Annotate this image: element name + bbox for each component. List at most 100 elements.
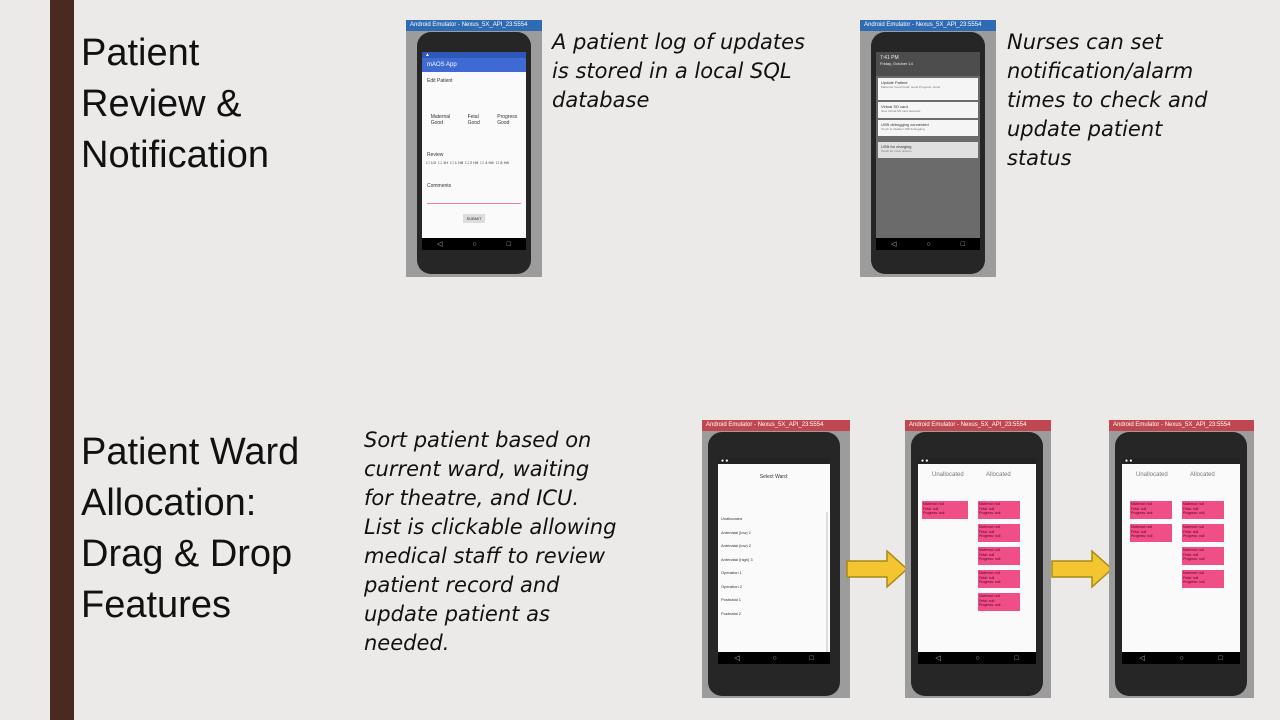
- patient-card[interactable]: Maternal: null Fetal: null Progress: null: [978, 501, 1020, 519]
- list-item[interactable]: Antenatal (high) 3: [718, 553, 826, 567]
- phone-body: ▲ mAOS App Edit Patient Maternal Good Fet…: [417, 32, 531, 274]
- select-progress[interactable]: Good: [497, 120, 517, 126]
- emulator-titlebar: Android Emulator - Nexus_5X_API_23:5554: [1109, 420, 1254, 431]
- back-icon[interactable]: ◁: [935, 654, 940, 662]
- arrow-right-icon: [1051, 549, 1114, 589]
- review-option[interactable]: ☐ 1H: [438, 160, 448, 165]
- recent-apps-icon[interactable]: □: [961, 241, 965, 248]
- column-unallocated: Unallocated: [1136, 472, 1168, 478]
- arrow-right-icon: [846, 549, 909, 589]
- recent-apps-icon[interactable]: □: [809, 655, 813, 662]
- back-icon[interactable]: ◁: [891, 240, 896, 248]
- emulator-allocation-before: Android Emulator - Nexus_5X_API_23:5554 …: [905, 420, 1051, 698]
- form-title: Edit Patient: [427, 78, 453, 84]
- select-ward-heading: Select Ward:: [759, 474, 789, 480]
- emulator-allocation-after: Android Emulator - Nexus_5X_API_23:5554 …: [1109, 420, 1254, 698]
- review-option[interactable]: ☐ 2 H8: [465, 160, 478, 165]
- home-icon[interactable]: ○: [1179, 655, 1183, 662]
- review-label: Review: [427, 152, 444, 158]
- section-title-ward: Patient Ward Allocation: Drag & Drop Fea…: [81, 431, 300, 626]
- recent-apps-icon[interactable]: □: [1014, 655, 1018, 662]
- column-allocated: Allocated: [986, 472, 1011, 478]
- list-item[interactable]: Antenatal (low) 2: [718, 539, 826, 553]
- phone-screen: ● ● Select Ward: Unallocated Antenatal (…: [718, 458, 830, 664]
- back-icon[interactable]: ◁: [437, 240, 442, 248]
- back-icon[interactable]: ◁: [1139, 654, 1144, 662]
- emulator-titlebar: Android Emulator - Nexus_5X_API_23:5554: [702, 420, 850, 431]
- notification-update-patient[interactable]: Update Patient Maternal: Good Fetal: Goo…: [878, 78, 978, 100]
- select-maternal[interactable]: Good: [431, 120, 450, 126]
- home-icon[interactable]: ○: [472, 241, 476, 248]
- list-item[interactable]: Unallocated: [718, 512, 826, 526]
- list-item[interactable]: Postnatal 2: [718, 607, 826, 621]
- field-fetal: Fetal Good: [467, 114, 480, 126]
- patient-card[interactable]: Maternal: null Fetal: null Progress: null: [1130, 501, 1172, 519]
- review-option[interactable]: ☐ 8 H8: [496, 160, 509, 165]
- patient-card[interactable]: Maternal: null Fetal: null Progress: null: [1182, 547, 1224, 565]
- review-option[interactable]: ☐ 1/2: [426, 160, 436, 165]
- phone-body: ● ● Unallocated Allocated Maternal: null…: [911, 432, 1043, 696]
- accent-bar: [50, 0, 74, 720]
- note-sort-patients: Sort patient based on current ward, wait…: [364, 428, 617, 655]
- emulator-notifications: Android Emulator - Nexus_5X_API_23:5554 …: [860, 20, 996, 277]
- phone-screen: ● ● Unallocated Allocated Maternal: null…: [918, 458, 1036, 664]
- patient-card[interactable]: Maternal: null Fetal: null Progress: null: [1130, 524, 1172, 542]
- home-icon[interactable]: ○: [926, 241, 930, 248]
- phone-screen: ● ● Unallocated Allocated Maternal: null…: [1122, 458, 1240, 664]
- app-title: mAOS App: [422, 58, 526, 72]
- column-allocated: Allocated: [1190, 472, 1215, 478]
- comments-label: Comments: [427, 183, 452, 189]
- submit-button[interactable]: SUBMIT: [463, 214, 485, 223]
- patient-card[interactable]: Maternal: null Fetal: null Progress: null: [978, 570, 1020, 588]
- emulator-titlebar: Android Emulator - Nexus_5X_API_23:5554: [860, 20, 996, 31]
- phone-body: 7:41 PM Friday, October 14 Update Patien…: [871, 32, 985, 274]
- nav-bar: ◁ ○ □: [1122, 652, 1240, 664]
- note-nurse-alarm: Nurses can set notification/alarm times …: [1007, 30, 1208, 170]
- phone-body: ● ● Select Ward: Unallocated Antenatal (…: [708, 432, 840, 696]
- list-item[interactable]: Operation 1: [718, 566, 826, 580]
- emulator-select-ward: Android Emulator - Nexus_5X_API_23:5554 …: [702, 420, 850, 698]
- field-progress: Progress Good: [497, 114, 518, 126]
- home-icon[interactable]: ○: [975, 655, 979, 662]
- list-item[interactable]: Operation 2: [718, 580, 826, 594]
- notification-usb-charging[interactable]: USB for charging Touch for more options: [878, 142, 978, 158]
- nav-bar: ◁ ○ □: [718, 652, 830, 664]
- status-bar: ● ●: [1122, 458, 1240, 464]
- list-item[interactable]: Antenatal (low) 1: [718, 526, 826, 540]
- patient-card[interactable]: Maternal: null Fetal: null Progress: null: [1182, 524, 1224, 542]
- phone-screen: ▲ mAOS App Edit Patient Maternal Good Fet…: [422, 52, 526, 250]
- column-unallocated: Unallocated: [932, 472, 964, 478]
- list-item[interactable]: Postnatal 1: [718, 593, 826, 607]
- assessment-fields: Maternal Good Fetal Good Progress Good: [422, 114, 526, 126]
- status-bar: ● ●: [918, 458, 1036, 464]
- review-options: ☐ 1/2 ☐ 1H ☐ 1 H8 ☐ 2 H8 ☐ 4 H8 ☐ 8 H8: [422, 160, 526, 165]
- notification-sd-card[interactable]: Virtual SD card New Virtual SD card dete…: [878, 102, 978, 118]
- emulator-edit-patient: Android Emulator - Nexus_5X_API_23:5554 …: [406, 20, 542, 277]
- nav-bar: ◁ ○ □: [918, 652, 1036, 664]
- patient-card[interactable]: Maternal: null Fetal: null Progress: null: [978, 547, 1020, 565]
- select-fetal[interactable]: Good: [468, 120, 480, 126]
- patient-card[interactable]: Maternal: null Fetal: null Progress: null: [978, 593, 1020, 611]
- status-bar: ● ●: [718, 458, 830, 464]
- notification-usb-debugging[interactable]: USB debugging connected Touch to disable…: [878, 120, 978, 136]
- back-icon[interactable]: ◁: [734, 654, 739, 662]
- nav-bar: ◁ ○ □: [422, 238, 526, 250]
- patient-card[interactable]: Maternal: null Fetal: null Progress: null: [1182, 570, 1224, 588]
- emulator-titlebar: Android Emulator - Nexus_5X_API_23:5554: [905, 420, 1051, 431]
- section-title-review: Patient Review & Notification: [81, 32, 269, 176]
- clock-date: Friday, October 14: [880, 61, 913, 66]
- recent-apps-icon[interactable]: □: [1218, 655, 1222, 662]
- patient-card[interactable]: Maternal: null Fetal: null Progress: null: [922, 501, 968, 519]
- patient-card[interactable]: Maternal: null Fetal: null Progress: null: [1182, 501, 1224, 519]
- recent-apps-icon[interactable]: □: [507, 241, 511, 248]
- comments-input[interactable]: [427, 203, 521, 204]
- nav-bar: ◁ ○ □: [876, 238, 980, 250]
- note-patient-log: A patient log of updates is stored in a …: [552, 30, 805, 112]
- phone-body: ● ● Unallocated Allocated Maternal: null…: [1115, 432, 1247, 696]
- ward-list[interactable]: Unallocated Antenatal (low) 1 Antenatal …: [718, 512, 828, 652]
- field-maternal: Maternal Good: [430, 114, 451, 126]
- patient-card[interactable]: Maternal: null Fetal: null Progress: null: [978, 524, 1020, 542]
- review-option[interactable]: ☐ 4 H8: [480, 160, 493, 165]
- home-icon[interactable]: ○: [772, 655, 776, 662]
- review-option[interactable]: ☐ 1 H8: [450, 160, 463, 165]
